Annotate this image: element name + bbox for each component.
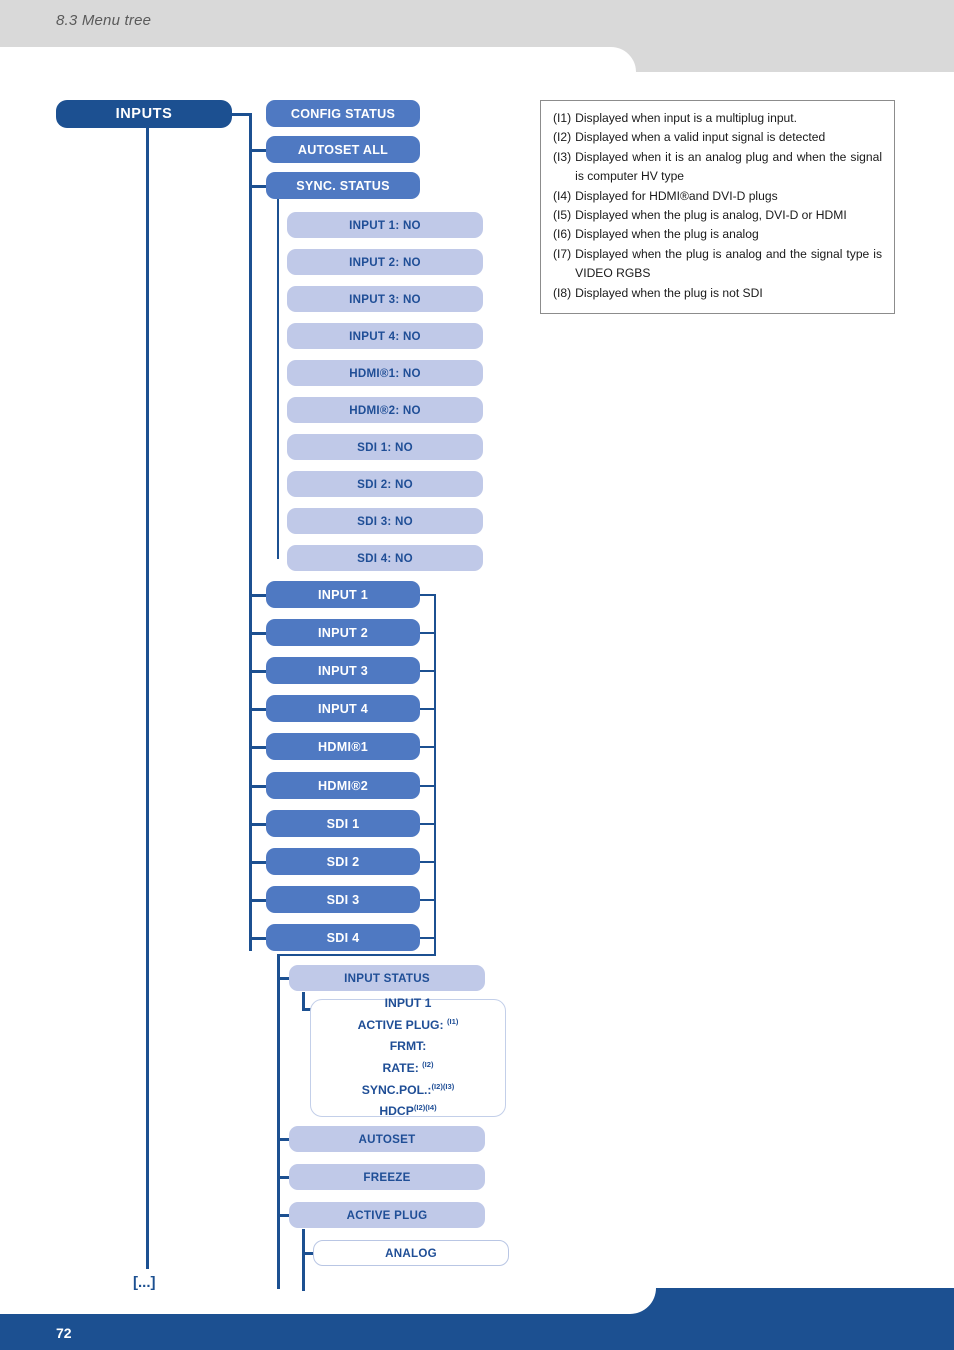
connector-right-bus <box>434 594 436 956</box>
connector-submenu-bus <box>277 954 280 1289</box>
node-input-1[interactable]: INPUT 1 <box>266 581 420 608</box>
connector-stub <box>249 632 266 635</box>
connector-stub <box>249 861 266 864</box>
detail-note: (I2) <box>422 1059 434 1069</box>
node-input-status[interactable]: INPUT STATUS <box>289 965 485 991</box>
node-sdi-4[interactable]: SDI 4 <box>266 924 420 951</box>
legend-tag: (I6) <box>553 227 572 242</box>
node-freeze[interactable]: FREEZE <box>289 1164 485 1190</box>
connector-stub <box>277 1214 289 1217</box>
node-input-4[interactable]: INPUT 4 <box>266 695 420 722</box>
node-sync-sdi-3[interactable]: SDI 3: NO <box>287 508 483 534</box>
node-sdi-3[interactable]: SDI 3 <box>266 886 420 913</box>
legend-item: (I1) Displayed when input is a multiplug… <box>553 109 882 128</box>
connector-stub <box>249 185 266 188</box>
legend-item: (I2) Displayed when a valid input signal… <box>553 128 882 147</box>
connector-syncstatus-bus <box>277 198 279 559</box>
node-sdi-1[interactable]: SDI 1 <box>266 810 420 837</box>
detail-row-frmt: FRMT: <box>389 1039 427 1054</box>
node-input-3[interactable]: INPUT 3 <box>266 657 420 684</box>
manual-page: 8.3 Menu tree (I1) Displayed when input … <box>0 0 954 1350</box>
node-inputs-root[interactable]: INPUTS <box>56 100 232 128</box>
legend-item: (I5) Displayed when the plug is analog, … <box>553 206 882 225</box>
node-active-plug[interactable]: ACTIVE PLUG <box>289 1202 485 1228</box>
connector-right-bus-return <box>277 954 436 956</box>
connector-stub <box>249 670 266 673</box>
connector-stub <box>249 899 266 902</box>
connector-stub <box>249 937 266 940</box>
detail-note: (I1) <box>447 1016 459 1026</box>
detail-title: INPUT 1 <box>384 996 432 1011</box>
node-sync-input-2[interactable]: INPUT 2: NO <box>287 249 483 275</box>
node-sync-hdmi-2[interactable]: HDMI®2: NO <box>287 397 483 423</box>
legend-box: (I1) Displayed when input is a multiplug… <box>540 100 895 315</box>
node-autoset[interactable]: AUTOSET <box>289 1126 485 1152</box>
node-sync-sdi-4[interactable]: SDI 4: NO <box>287 545 483 571</box>
footer-band-right <box>620 1288 954 1350</box>
connector-stub <box>249 785 266 788</box>
legend-text: Displayed when a valid input signal is d… <box>575 130 826 145</box>
legend-tag: (I4) <box>553 188 572 203</box>
page-number: 72 <box>56 1325 72 1341</box>
node-input-2[interactable]: INPUT 2 <box>266 619 420 646</box>
connector-stub <box>277 977 289 980</box>
legend-text: Displayed when the plug is not SDI <box>575 285 763 300</box>
connector-stub <box>249 149 266 152</box>
legend-text: Displayed when the plug is analog <box>575 227 759 242</box>
panel-input-status-detail: INPUT 1 ACTIVE PLUG: (I1) FRMT: RATE: (I… <box>310 996 506 1118</box>
legend-item: (I3) Displayed when it is an analog plug… <box>553 148 882 187</box>
legend-tag: (I7) <box>553 246 572 261</box>
header-band-right <box>600 0 954 72</box>
node-autoset-all[interactable]: AUTOSET ALL <box>266 136 420 163</box>
connector-stub <box>249 746 266 749</box>
continuation-marker: [...] <box>133 1274 156 1291</box>
connector-root-down <box>146 128 149 1269</box>
legend-text: Displayed for HDMI®and DVI-D plugs <box>575 188 778 203</box>
legend-tag: (I8) <box>553 285 572 300</box>
footer-band-left <box>0 1314 620 1350</box>
legend-text: Displayed when input is a multiplug inpu… <box>575 111 797 125</box>
node-sync-input-1[interactable]: INPUT 1: NO <box>287 212 483 238</box>
legend-text: Displayed when it is an analog plug and … <box>575 149 882 184</box>
legend-tag: (I2) <box>553 130 572 145</box>
node-hdmi-1[interactable]: HDMI®1 <box>266 733 420 760</box>
node-sdi-2[interactable]: SDI 2 <box>266 848 420 875</box>
legend-item: (I6) Displayed when the plug is analog <box>553 225 882 244</box>
node-sync-hdmi-1[interactable]: HDMI®1: NO <box>287 360 483 386</box>
detail-row-sync-pol: SYNC.POL.:(I2)(I3) <box>361 1081 455 1097</box>
legend-text: Displayed when the plug is analog and th… <box>575 246 882 281</box>
detail-row-active-plug: ACTIVE PLUG: (I1) <box>357 1016 459 1032</box>
connector-stub <box>277 1138 289 1141</box>
legend-tag: (I1) <box>553 111 572 125</box>
node-sync-status[interactable]: SYNC. STATUS <box>266 172 420 199</box>
connector-activeplug-bus <box>302 1229 305 1291</box>
legend-text: Displayed when the plug is analog, DVI-D… <box>575 208 847 223</box>
node-sync-sdi-2[interactable]: SDI 2: NO <box>287 471 483 497</box>
connector-stub <box>277 1176 289 1179</box>
detail-row-hdcp: HDCP(I2)(I4) <box>379 1103 437 1119</box>
detail-note: (I2)(I4) <box>413 1103 437 1113</box>
legend-item: (I8) Displayed when the plug is not SDI <box>553 284 882 303</box>
node-analog[interactable]: ANALOG <box>313 1240 509 1266</box>
legend-tag: (I3) <box>553 149 572 164</box>
legend-tag: (I5) <box>553 208 572 223</box>
legend-item: (I7) Displayed when the plug is analog a… <box>553 245 882 284</box>
detail-note: (I2)(I3) <box>431 1081 455 1091</box>
connector-stub <box>249 823 266 826</box>
node-sync-input-3[interactable]: INPUT 3: NO <box>287 286 483 312</box>
node-sync-sdi-1[interactable]: SDI 1: NO <box>287 434 483 460</box>
node-config-status[interactable]: CONFIG STATUS <box>266 100 420 127</box>
node-hdmi-2[interactable]: HDMI®2 <box>266 772 420 799</box>
legend-item: (I4) Displayed for HDMI®and DVI-D plugs <box>553 187 882 206</box>
detail-row-rate: RATE: (I2) <box>382 1059 434 1076</box>
page-section-title: 8.3 Menu tree <box>56 12 152 29</box>
node-sync-input-4[interactable]: INPUT 4: NO <box>287 323 483 349</box>
connector-stub <box>249 594 266 597</box>
connector-stub <box>249 708 266 711</box>
